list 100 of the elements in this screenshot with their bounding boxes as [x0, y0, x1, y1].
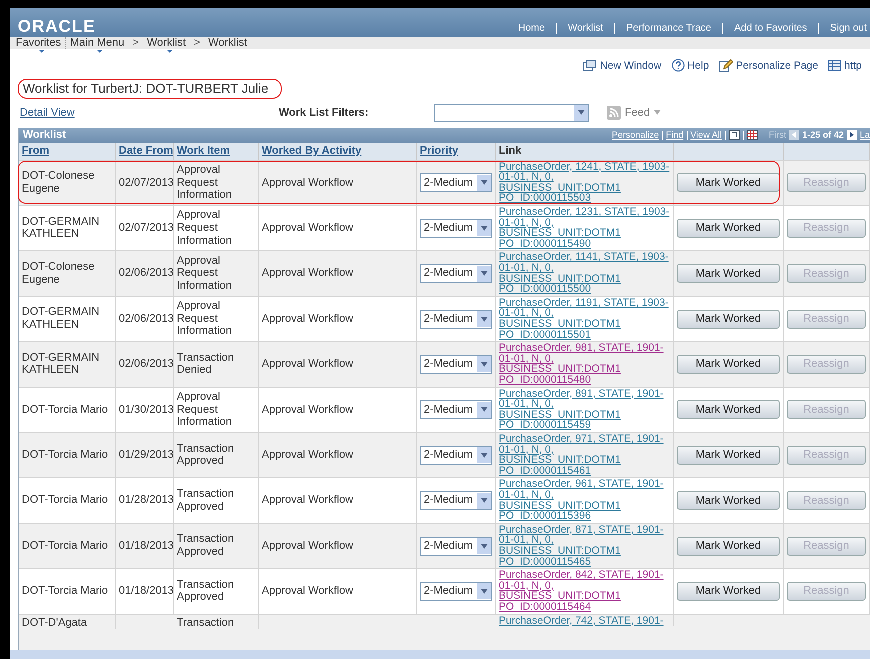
- table-cell: Approval Workflow: [262, 358, 354, 371]
- grid-link[interactable]: View All: [690, 130, 722, 140]
- priority-dropdown[interactable]: 2-Medium: [420, 218, 492, 238]
- table-cell-text: DOT-GERMAIN KATHLEEN: [22, 306, 101, 332]
- download-icon[interactable]: [728, 130, 740, 140]
- column-header[interactable]: Date From: [119, 144, 174, 157]
- table-cell-text: Approval Request Information: [177, 390, 234, 429]
- separator-line: [724, 130, 726, 140]
- separator-line: [686, 130, 688, 140]
- caret-icon: [477, 402, 491, 418]
- column-header[interactable]: Work Item: [177, 144, 230, 157]
- mark-worked-button[interactable]: Mark Worked: [677, 446, 780, 465]
- priority-dropdown[interactable]: 2-Medium: [420, 264, 492, 284]
- purchase-order-link[interactable]: PurchaseOrder, 981, STATE, 1901-01-01, N, 0, BUSINESS_UNIT:DOTM1 PO_ID:0000115480: [499, 343, 670, 386]
- table-cell: Approval Workflow: [262, 585, 354, 598]
- mark-worked-button[interactable]: Mark Worked: [677, 310, 780, 329]
- column-header[interactable]: Worked By Activity: [262, 144, 362, 157]
- grid-link[interactable]: La: [860, 130, 870, 140]
- nav-link[interactable]: Worklist: [556, 23, 614, 34]
- range-label: 1-25 of 42: [802, 130, 844, 140]
- table-cell-text: Transaction Approved: [177, 533, 236, 559]
- separator-line: [662, 130, 664, 140]
- breadcrumb-link[interactable]: Favorites: [12, 37, 66, 50]
- table-cell: 02/07/2013: [119, 176, 174, 190]
- purchase-order-link[interactable]: PurchaseOrder, 1191, STATE, 1903-01-01, N, 0, BUSINESS_UNIT:DOTM1 PO_ID:0000115501: [499, 298, 670, 340]
- priority-dropdown[interactable]: 2-Medium: [420, 310, 492, 329]
- mark-worked-button[interactable]: Mark Worked: [677, 491, 780, 510]
- nav-link[interactable]: Home: [507, 23, 556, 34]
- help-icon: [672, 59, 685, 72]
- table-cell: DOT-Torcia Mario: [22, 494, 108, 507]
- table-cell: Approval Workflow: [262, 448, 354, 462]
- purchase-order-link[interactable]: PurchaseOrder, 1231, STATE, 1903-01-01, N, 0, BUSINESS_UNIT:DOTM1 PO_ID:0000115490: [499, 207, 670, 250]
- grid-icon[interactable]: [746, 130, 758, 140]
- table-cell: Approval Workflow: [262, 176, 354, 190]
- purchase-order-link[interactable]: PurchaseOrder, 842, STATE, 1901-01-01, N, 0, BUSINESS_UNIT:DOTM1 PO_ID:0000115464: [499, 570, 670, 613]
- nav-link[interactable]: Add to Favorites: [722, 23, 818, 34]
- mark-worked-button[interactable]: Mark Worked: [677, 173, 780, 192]
- table-cell: 01/18/2013: [119, 540, 174, 552]
- mark-worked-button[interactable]: Mark Worked: [677, 218, 780, 238]
- priority-dropdown[interactable]: 2-Medium: [420, 446, 492, 465]
- detail-view-link[interactable]: Detail View: [20, 106, 279, 119]
- priority-dropdown[interactable]: 2-Medium: [420, 491, 492, 510]
- feed-button[interactable]: Feed: [607, 106, 662, 120]
- next-icon[interactable]: [846, 130, 857, 140]
- table-cell: 01/18/2013: [119, 585, 174, 598]
- nav-link[interactable]: Performance Trace: [614, 23, 722, 34]
- caret-icon[interactable]: [574, 104, 588, 121]
- toolbar-link[interactable]: http: [828, 57, 862, 74]
- column-header: Link: [499, 144, 522, 157]
- purchase-order-link[interactable]: PurchaseOrder, 871, STATE, 1901-01-01, N, 0, BUSINESS_UNIT:DOTM1 PO_ID:0000115465: [499, 524, 670, 568]
- filter-dropdown[interactable]: [434, 104, 589, 122]
- breadcrumb-link[interactable]: Worklist: [143, 37, 190, 50]
- grid-link[interactable]: Find: [666, 130, 684, 140]
- table-cell: 01/30/2013: [119, 404, 174, 416]
- horizontal-scrollbar[interactable]: [10, 650, 870, 659]
- table-icon: [828, 60, 842, 72]
- breadcrumb-link[interactable]: Worklist: [204, 37, 252, 50]
- breadcrumb-separator: >: [132, 37, 140, 50]
- caret-icon: [477, 220, 491, 236]
- table-cell: DOT-Torcia Mario: [22, 540, 108, 552]
- table-cell: 01/28/2013: [119, 494, 174, 507]
- caret-icon: [477, 174, 491, 191]
- table-cell: Approval Workflow: [262, 494, 354, 507]
- nav-link[interactable]: Sign out: [818, 23, 870, 34]
- caret-icon: [477, 583, 491, 600]
- table-cell-text: Approval Request Information: [177, 209, 234, 248]
- grid-link[interactable]: Personalize: [612, 130, 660, 140]
- breadcrumb-link[interactable]: Main Menu: [66, 37, 129, 50]
- caret-icon: [477, 492, 491, 509]
- purchase-order-link[interactable]: PurchaseOrder, 1141, STATE, 1903-01-01, N, 0, BUSINESS_UNIT:DOTM1 PO_ID:0000115500: [499, 252, 670, 295]
- purchase-order-link[interactable]: PurchaseOrder, 961, STATE, 1901-01-01, N, 0, BUSINESS_UNIT:DOTM1 PO_ID:0000115396: [499, 479, 670, 522]
- priority-dropdown[interactable]: 2-Medium: [420, 536, 492, 556]
- table-cell-text: Transaction Approved: [177, 442, 236, 468]
- priority-dropdown[interactable]: 2-Medium: [420, 354, 492, 374]
- purchase-order-link[interactable]: PurchaseOrder, 1241, STATE, 1903-01-01, N, 0, BUSINESS_UNIT:DOTM1 PO_ID:0000115503: [499, 162, 670, 204]
- toolbar-link[interactable]: Help: [672, 57, 710, 74]
- toolbar-link[interactable]: New Window: [583, 57, 662, 74]
- column-header[interactable]: From: [22, 144, 50, 157]
- mark-worked-button[interactable]: Mark Worked: [677, 536, 780, 556]
- mark-worked-button[interactable]: Mark Worked: [677, 400, 780, 420]
- new-window-icon: [583, 60, 598, 72]
- column-header[interactable]: Priority: [420, 144, 459, 157]
- priority-dropdown[interactable]: 2-Medium: [420, 400, 492, 420]
- separator-line: [742, 130, 744, 140]
- table-cell-text: DOT-Colonese Eugene: [22, 261, 96, 286]
- mark-worked-button[interactable]: Mark Worked: [677, 582, 780, 601]
- mark-worked-button[interactable]: Mark Worked: [677, 354, 780, 374]
- table-cell: Approval Workflow: [262, 404, 354, 416]
- table-cell-text: Approval Request Information: [177, 254, 234, 293]
- priority-dropdown[interactable]: 2-Medium: [420, 582, 492, 601]
- purchase-order-link[interactable]: PurchaseOrder, 742, STATE, 1901-: [499, 616, 664, 626]
- filters-label: Work List Filters:: [279, 106, 370, 119]
- purchase-order-link[interactable]: PurchaseOrder, 971, STATE, 1901-01-01, N, 0, BUSINESS_UNIT:DOTM1 PO_ID:0000115461: [499, 434, 670, 476]
- table-cell: 02/06/2013: [119, 267, 174, 280]
- priority-dropdown[interactable]: 2-Medium: [420, 173, 492, 192]
- purchase-order-link[interactable]: PurchaseOrder, 891, STATE, 1901-01-01, N, 0, BUSINESS_UNIT:DOTM1 PO_ID:0000115459: [499, 388, 670, 432]
- table-cell: 02/06/2013: [119, 312, 174, 326]
- mark-worked-button[interactable]: Mark Worked: [677, 264, 780, 284]
- toolbar-link[interactable]: Personalize Page: [719, 57, 818, 74]
- logo: ORACLE: [18, 16, 96, 38]
